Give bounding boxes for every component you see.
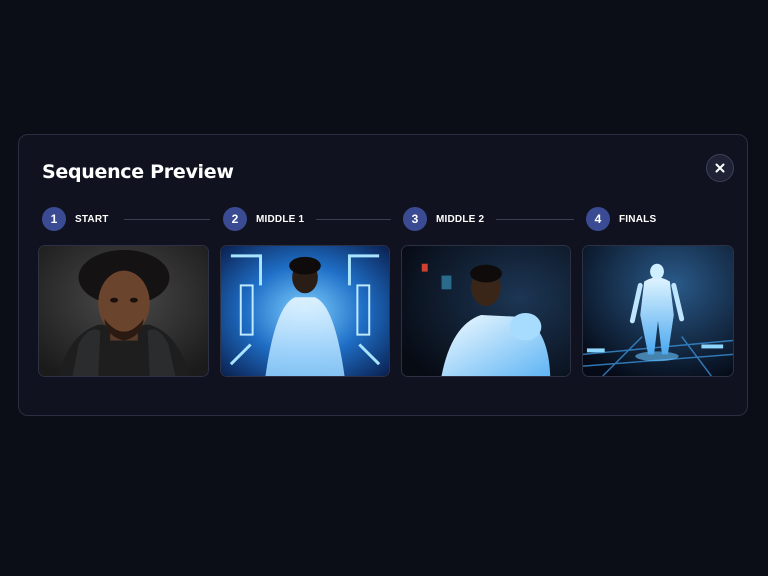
step-number: 2 — [223, 207, 247, 231]
step-label: MIDDLE 1 — [256, 213, 305, 225]
step-connector — [316, 219, 391, 220]
step-label: FINALS — [619, 213, 657, 225]
step-start: 1 START — [42, 207, 109, 231]
step-connector — [496, 219, 574, 220]
step-number: 4 — [586, 207, 610, 231]
step-connector — [124, 219, 210, 220]
sequence-preview-modal: Sequence Preview 1 START 2 MIDDLE 1 3 MI… — [18, 134, 748, 416]
close-icon — [715, 163, 725, 173]
step-label: START — [75, 213, 109, 225]
step-finals: 4 FINALS — [586, 207, 656, 231]
step-label: MIDDLE 2 — [436, 213, 485, 225]
portrait-image — [39, 246, 208, 376]
thumbnail-finals[interactable] — [582, 245, 734, 377]
glowing-figure-corridor-image — [221, 246, 389, 376]
holographic-figure-image — [583, 246, 733, 376]
thumbnail-start[interactable] — [38, 245, 209, 377]
modal-title: Sequence Preview — [42, 161, 234, 183]
step-middle-2: 3 MIDDLE 2 — [403, 207, 484, 231]
glowing-armor-figure-image — [402, 246, 570, 376]
thumbnail-middle-1[interactable] — [220, 245, 390, 377]
step-middle-1: 2 MIDDLE 1 — [223, 207, 304, 231]
thumbnail-middle-2[interactable] — [401, 245, 571, 377]
close-button[interactable] — [706, 154, 734, 182]
step-number: 1 — [42, 207, 66, 231]
step-number: 3 — [403, 207, 427, 231]
